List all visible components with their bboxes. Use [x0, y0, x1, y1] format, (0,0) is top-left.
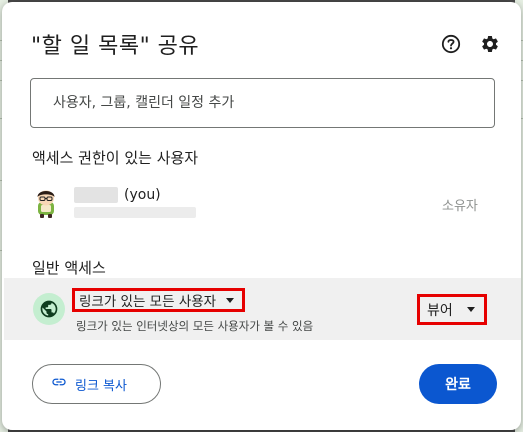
- general-access-role-dropdown[interactable]: 뷰어: [417, 294, 487, 325]
- chevron-down-icon: [466, 307, 475, 312]
- copy-link-button[interactable]: 링크 복사: [32, 364, 161, 404]
- general-access-row: 링크가 있는 모든 사용자 링크가 있는 인터넷상의 모든 사용자가 볼 수 있…: [4, 278, 521, 340]
- general-access-heading: 일반 액세스: [32, 259, 106, 277]
- chevron-down-icon: [226, 297, 235, 303]
- user-role-owner: 소유자: [442, 199, 478, 214]
- general-access-description: 링크가 있는 인터넷상의 모든 사용자가 볼 수 있음: [76, 319, 314, 333]
- done-button[interactable]: 완료: [419, 364, 497, 404]
- general-access-scope-value: 링크가 있는 모든 사용자: [79, 294, 217, 310]
- copy-link-label: 링크 복사: [75, 378, 127, 394]
- done-label: 완료: [445, 377, 471, 393]
- gear-icon[interactable]: [478, 32, 502, 56]
- help-icon[interactable]: [439, 32, 463, 56]
- add-people-field[interactable]: [30, 78, 495, 128]
- user-you-label: (you): [124, 187, 161, 203]
- add-people-input[interactable]: [53, 95, 473, 111]
- dialog-title: "할 일 목록" 공유: [31, 34, 200, 59]
- user-entry: (you): [74, 187, 161, 203]
- redacted-user-email: [74, 207, 196, 218]
- avatar-icon: [30, 187, 62, 219]
- general-access-scope-dropdown[interactable]: 링크가 있는 모든 사용자: [72, 288, 246, 312]
- people-with-access-heading: 액세스 권한이 있는 사용자: [32, 149, 199, 167]
- general-access-role-value: 뷰어: [427, 302, 453, 319]
- link-icon: [51, 374, 67, 394]
- share-dialog: "할 일 목록" 공유 액세스 권한이 있는 사용자 (yo: [2, 2, 521, 430]
- redacted-user-name: [74, 187, 118, 203]
- globe-icon: [33, 293, 65, 325]
